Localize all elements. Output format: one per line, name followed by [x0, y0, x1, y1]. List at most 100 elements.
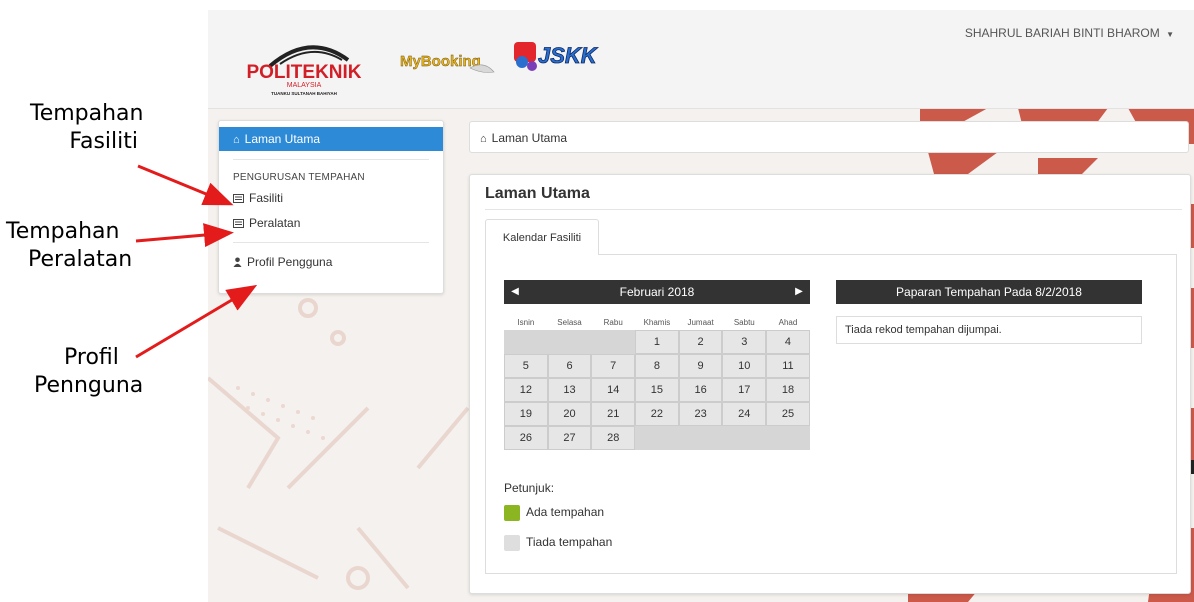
- annotation-fasiliti: Tempahan Fasiliti: [30, 101, 144, 154]
- legend-no-booking: Tiada tempahan: [504, 533, 612, 551]
- politeknik-logo: POLITEKNIK MALAYSIA TUANKU SULTANAH BAHI…: [246, 45, 362, 96]
- calendar-day[interactable]: 16: [678, 378, 723, 402]
- calendar-day[interactable]: 4: [766, 330, 810, 354]
- calendar-day[interactable]: 22: [635, 402, 679, 426]
- annotation-peralatan: Tempahan Peralatan: [6, 219, 133, 272]
- calendar-weekday-row: Isnin Selasa Rabu Khamis Jumaat Sabtu Ah…: [504, 316, 810, 330]
- politeknik-logo-sub: MALAYSIA: [287, 82, 322, 89]
- divider: [485, 209, 1182, 210]
- calendar-empty-cell: [722, 426, 767, 450]
- tab-kalendar-fasiliti[interactable]: Kalendar Fasiliti: [485, 219, 599, 255]
- legend-has-booking: Ada tempahan: [504, 503, 604, 521]
- calendar-empty-cell: [547, 330, 592, 354]
- calendar-day[interactable]: 21: [591, 402, 636, 426]
- weekday-label: Isnin: [517, 318, 535, 327]
- calendar-day[interactable]: 6: [547, 354, 592, 378]
- calendar-day[interactable]: 20: [547, 402, 592, 426]
- jskk-logo: JSKK: [514, 42, 599, 71]
- user-name: SHAHRUL BARIAH BINTI BHAROM: [964, 26, 1160, 40]
- calendar-empty-cell: [504, 330, 548, 354]
- sidebar-item-label: Fasiliti: [249, 191, 284, 205]
- calendar-day[interactable]: 10: [722, 354, 767, 378]
- user-menu[interactable]: SHAHRUL BARIAH BINTI BHAROM ▼: [965, 26, 1174, 40]
- calendar-day[interactable]: 2: [678, 330, 723, 354]
- legend-label: Tiada tempahan: [526, 535, 613, 549]
- calendar-day[interactable]: 25: [766, 402, 810, 426]
- calendar-day[interactable]: 18: [766, 378, 810, 402]
- calendar-empty-cell: [635, 426, 679, 450]
- weekday-label: Ahad: [778, 318, 798, 327]
- calendar-day[interactable]: 19: [504, 402, 548, 426]
- sidebar-item-label: Laman Utama: [244, 132, 321, 146]
- calendar-week-row: 12 13 14 15 16 17 18: [504, 378, 810, 402]
- politeknik-logo-campus: TUANKU SULTANAH BAHIYAH: [271, 91, 337, 96]
- jskk-logo-text: JSKK: [538, 43, 599, 68]
- calendar-day[interactable]: 24: [722, 402, 767, 426]
- app-window: SHAHRUL BARIAH BINTI BHAROM ▼ POLITEKNIK…: [208, 10, 1194, 602]
- politeknik-logo-text: POLITEKNIK: [246, 62, 361, 83]
- sidebar-item-laman-utama[interactable]: ⌂ Laman Utama: [219, 127, 443, 151]
- calendar-empty-cell: [591, 330, 636, 354]
- weekday-label: Rabu: [603, 318, 623, 327]
- calendar-weeks: 1 2 3 4 5 6 7 8 9 10 11 12 13 14 15 16 17 18 19 20 21 22 23 24 2…: [504, 330, 810, 450]
- list-icon: [233, 188, 244, 210]
- calendar-day[interactable]: 14: [591, 378, 636, 402]
- weekday-label: Sabtu: [733, 318, 755, 327]
- calendar-day[interactable]: 23: [678, 402, 723, 426]
- sidebar-section-heading: PENGURUSAN TEMPAHAN: [233, 172, 365, 183]
- calendar-day[interactable]: 11: [766, 354, 810, 378]
- calendar-day[interactable]: 27: [547, 426, 592, 450]
- prev-month-icon[interactable]: ◀: [504, 280, 526, 304]
- weekday-label: Selasa: [557, 318, 582, 327]
- user-icon: [233, 252, 242, 274]
- sidebar-item-peralatan[interactable]: Peralatan: [219, 212, 443, 234]
- sidebar-item-fasiliti[interactable]: Fasiliti: [219, 187, 443, 209]
- sidebar: ⌂ Laman Utama PENGURUSAN TEMPAHAN Fasilit…: [218, 120, 444, 294]
- calendar-header: ◀ Februari 2018 ▶: [504, 280, 810, 304]
- caret-down-icon: ▼: [1166, 30, 1174, 39]
- calendar-day[interactable]: 3: [722, 330, 767, 354]
- calendar-month-label: Februari 2018: [619, 285, 695, 299]
- home-icon: ⌂: [233, 133, 240, 146]
- calendar-day[interactable]: 8: [635, 354, 679, 378]
- breadcrumb-item[interactable]: Laman Utama: [492, 131, 567, 145]
- calendar-day[interactable]: 5: [504, 354, 548, 378]
- legend-swatch-grey: [504, 534, 520, 551]
- calendar-day[interactable]: 15: [635, 378, 679, 402]
- annotation-profil: Profil Pennguna: [34, 345, 144, 398]
- sidebar-item-label: Peralatan: [249, 216, 301, 230]
- divider: [233, 159, 429, 160]
- tab-content: ◀ Februari 2018 ▶ Isnin Selasa Rabu Kham…: [485, 254, 1177, 574]
- calendar-day[interactable]: 9: [678, 354, 723, 378]
- calendar-day[interactable]: 13: [547, 378, 592, 402]
- divider: [233, 242, 429, 243]
- calendar-day[interactable]: 17: [722, 378, 767, 402]
- calendar-empty-cell: [766, 426, 810, 450]
- calendar-day[interactable]: 1: [635, 330, 679, 354]
- home-icon: ⌂: [480, 132, 487, 145]
- calendar-day[interactable]: 26: [504, 426, 548, 450]
- calendar-empty-cell: [678, 426, 723, 450]
- mybooking-logo-text: MyBooking: [400, 53, 481, 70]
- page-title: Laman Utama: [485, 185, 590, 202]
- calendar-day[interactable]: 12: [504, 378, 548, 402]
- legend-label: Ada tempahan: [526, 505, 605, 519]
- calendar-grid: Isnin Selasa Rabu Khamis Jumaat Sabtu Ah…: [504, 316, 810, 450]
- next-month-icon[interactable]: ▶: [788, 280, 810, 304]
- day-view-header: Paparan Tempahan Pada 8/2/2018: [836, 280, 1142, 304]
- top-header: SHAHRUL BARIAH BINTI BHAROM ▼ POLITEKNIK…: [208, 10, 1194, 109]
- calendar-day[interactable]: 28: [591, 426, 636, 450]
- legend-swatch-green: [504, 504, 520, 521]
- sidebar-item-profil-pengguna[interactable]: Profil Pengguna: [219, 251, 443, 273]
- calendar-week-row: 26 27 28: [504, 426, 810, 450]
- breadcrumb: ⌂ Laman Utama: [469, 121, 1189, 153]
- weekday-label: Jumaat: [687, 318, 714, 327]
- mybooking-logo: MyBooking: [400, 53, 495, 73]
- calendar-week-row: 5 6 7 8 9 10 11: [504, 354, 810, 378]
- calendar-day[interactable]: 7: [591, 354, 636, 378]
- day-view-message: Tiada rekod tempahan dijumpai.: [836, 316, 1142, 344]
- list-icon: [233, 213, 244, 235]
- weekday-label: Khamis: [643, 318, 671, 327]
- calendar-week-row: 19 20 21 22 23 24 25: [504, 402, 810, 426]
- sidebar-item-label: Profil Pengguna: [247, 255, 333, 269]
